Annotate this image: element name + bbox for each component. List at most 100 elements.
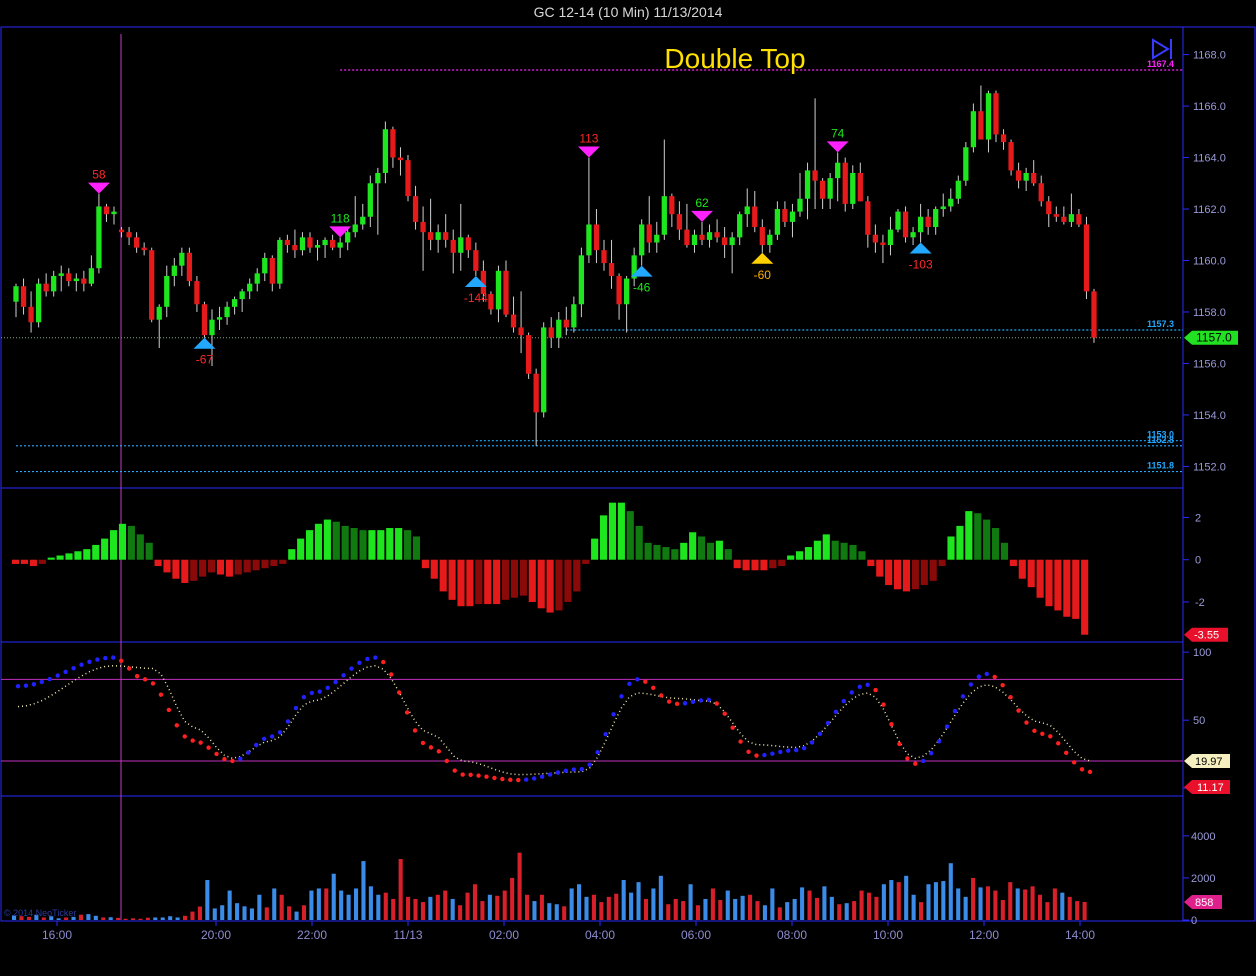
candle-body — [186, 252, 193, 282]
stoch-k-dot — [373, 655, 378, 660]
volume-bar — [287, 906, 292, 920]
candle-body — [345, 232, 351, 243]
volume-bar — [227, 890, 232, 920]
volume-bar — [926, 884, 931, 920]
candle-body — [322, 239, 328, 246]
candle-body — [654, 234, 660, 243]
stoch-k-dot — [460, 772, 465, 777]
chart-canvas: 1152.0 1154.0 1156.0 1158.0 1160.0 1162.0 1164… — [0, 26, 1256, 942]
candle-body — [1053, 214, 1059, 217]
stoch-k-dot — [595, 750, 600, 755]
volume-bar — [376, 894, 381, 920]
outer-frame — [0, 26, 1256, 922]
candle-body — [28, 306, 34, 323]
swing-high-label: 118 — [331, 211, 350, 225]
macd-histogram-bar — [127, 525, 135, 560]
volume-bar — [86, 914, 91, 920]
stoch-k-dot — [730, 725, 735, 730]
volume-bar — [458, 905, 463, 920]
stoch-k-dot — [452, 768, 457, 773]
volume-bar — [703, 898, 708, 920]
volume-bar — [822, 886, 827, 920]
stoch-k-dot — [627, 681, 632, 687]
macd-histogram-bar — [412, 536, 421, 560]
volume-bar — [480, 901, 485, 920]
stoch-k-dot — [555, 770, 561, 775]
volume-bar — [777, 907, 782, 920]
macd-histogram-bar — [867, 559, 875, 567]
volume-bar — [353, 888, 359, 920]
volume-bar — [160, 917, 165, 920]
macd-histogram-bar — [564, 559, 572, 602]
volume-bar — [182, 915, 188, 920]
candle-body — [465, 237, 471, 251]
candle-body — [510, 314, 517, 328]
macd-histogram-bar — [421, 559, 429, 569]
candle-body — [103, 206, 110, 215]
macd-histogram-bar — [395, 528, 403, 560]
candle-body — [797, 198, 803, 212]
stoch-k-dot — [206, 745, 211, 750]
stoch-k-dot — [428, 745, 434, 750]
volume-bar — [695, 905, 701, 920]
candle-body — [917, 216, 924, 233]
stoch-k-dot — [111, 655, 116, 660]
volume-bar — [963, 896, 968, 920]
volume-bar — [190, 911, 195, 920]
stoch-k-dot — [738, 739, 743, 744]
candle-body — [231, 299, 238, 307]
price-tick-label: 1162.0 — [1193, 204, 1226, 216]
macd-histogram-bar — [689, 532, 697, 560]
volume-bar — [933, 882, 938, 920]
macd-histogram-bar — [350, 528, 358, 560]
volume-bar — [919, 902, 924, 920]
candle-body — [985, 93, 992, 140]
volume-bar — [688, 884, 693, 920]
stoch-k-dot — [1056, 741, 1061, 746]
candle-body — [133, 237, 140, 248]
volume-bar — [495, 895, 500, 920]
stoch-k-dot — [166, 707, 172, 713]
volume-bar — [956, 888, 961, 920]
volume-bar — [941, 881, 946, 920]
swing-high-marker — [87, 182, 110, 194]
candle-body — [842, 162, 848, 204]
stoch-k-dot — [1000, 682, 1005, 688]
candle-body — [993, 93, 999, 135]
stoch-k-dot — [563, 768, 569, 773]
candle-body — [737, 214, 743, 238]
candle-body — [887, 229, 894, 246]
candle-body — [111, 211, 117, 215]
candle-body — [955, 180, 961, 199]
volume-bar — [510, 877, 515, 920]
swing-high-marker — [691, 210, 713, 222]
double-top-annotation: Double Top — [664, 43, 805, 74]
macd-histogram-bar — [234, 559, 242, 575]
stoch-k-dot — [960, 694, 966, 699]
candle-body — [329, 239, 336, 248]
stoch-k-dot — [31, 682, 37, 687]
stoch-k-dot — [412, 728, 418, 733]
macd-histogram-bar — [947, 536, 955, 560]
stoch-k-dot — [1087, 769, 1093, 775]
candle-body — [458, 237, 464, 253]
stoch-k-dot — [539, 774, 545, 779]
macd-histogram-bar — [297, 538, 305, 560]
volume-bar — [93, 915, 98, 920]
stoch-k-dot — [468, 772, 473, 778]
volume-bar — [264, 907, 269, 920]
macd-histogram-bar — [323, 519, 331, 560]
stoch-k-dot — [770, 751, 775, 756]
candle-body — [835, 162, 841, 179]
volume-bar — [807, 890, 812, 920]
macd-histogram-bar — [12, 559, 20, 564]
candle-body — [1046, 201, 1052, 215]
volume-bar — [406, 896, 411, 920]
macd-histogram-bar — [644, 542, 652, 560]
volume-bar — [398, 859, 403, 920]
macd-histogram-bar — [216, 559, 225, 575]
macd-histogram-bar — [876, 559, 884, 577]
macd-histogram-bar — [118, 523, 127, 560]
volume-bar — [629, 892, 634, 920]
volume-bar — [800, 887, 805, 920]
